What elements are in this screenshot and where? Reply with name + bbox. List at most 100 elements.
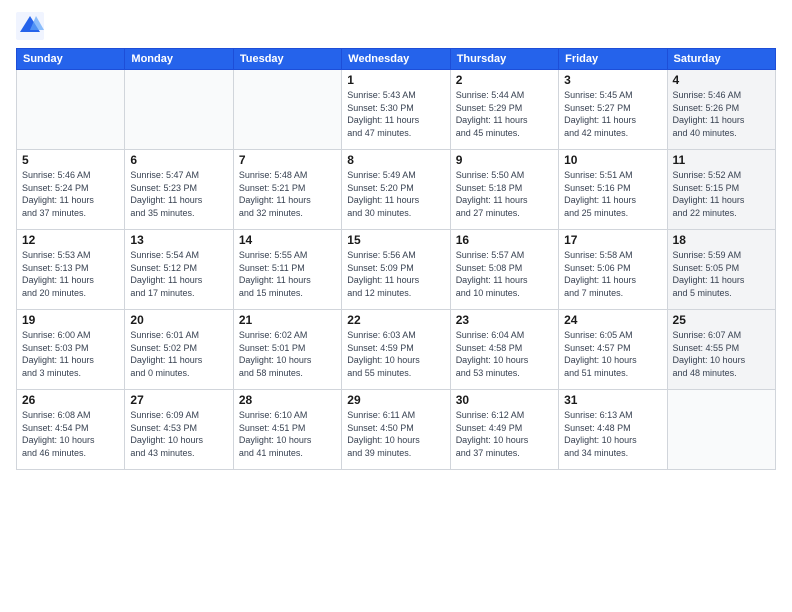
day-info: Sunrise: 5:59 AM Sunset: 5:05 PM Dayligh… <box>673 249 770 299</box>
day-info: Sunrise: 5:54 AM Sunset: 5:12 PM Dayligh… <box>130 249 227 299</box>
day-number: 19 <box>22 313 119 327</box>
header <box>16 12 776 40</box>
weekday-header-wednesday: Wednesday <box>342 49 450 70</box>
weekday-header-friday: Friday <box>559 49 667 70</box>
day-info: Sunrise: 5:46 AM Sunset: 5:24 PM Dayligh… <box>22 169 119 219</box>
calendar-cell <box>125 70 233 150</box>
calendar-cell: 29 Sunrise: 6:11 AM Sunset: 4:50 PM Dayli… <box>342 390 450 470</box>
logo <box>16 12 48 40</box>
day-info: Sunrise: 5:56 AM Sunset: 5:09 PM Dayligh… <box>347 249 444 299</box>
calendar-cell: 17 Sunrise: 5:58 AM Sunset: 5:06 PM Dayli… <box>559 230 667 310</box>
day-info: Sunrise: 5:55 AM Sunset: 5:11 PM Dayligh… <box>239 249 336 299</box>
day-info: Sunrise: 5:49 AM Sunset: 5:20 PM Dayligh… <box>347 169 444 219</box>
week-row-3: 12 Sunrise: 5:53 AM Sunset: 5:13 PM Dayli… <box>17 230 776 310</box>
day-number: 27 <box>130 393 227 407</box>
day-info: Sunrise: 6:07 AM Sunset: 4:55 PM Dayligh… <box>673 329 770 379</box>
weekday-header-monday: Monday <box>125 49 233 70</box>
calendar-cell: 10 Sunrise: 5:51 AM Sunset: 5:16 PM Dayli… <box>559 150 667 230</box>
day-number: 8 <box>347 153 444 167</box>
week-row-4: 19 Sunrise: 6:00 AM Sunset: 5:03 PM Dayli… <box>17 310 776 390</box>
day-info: Sunrise: 5:45 AM Sunset: 5:27 PM Dayligh… <box>564 89 661 139</box>
day-number: 4 <box>673 73 770 87</box>
calendar-cell <box>233 70 341 150</box>
week-row-5: 26 Sunrise: 6:08 AM Sunset: 4:54 PM Dayli… <box>17 390 776 470</box>
day-info: Sunrise: 5:52 AM Sunset: 5:15 PM Dayligh… <box>673 169 770 219</box>
day-number: 3 <box>564 73 661 87</box>
calendar-cell: 14 Sunrise: 5:55 AM Sunset: 5:11 PM Dayli… <box>233 230 341 310</box>
day-number: 20 <box>130 313 227 327</box>
calendar-cell: 24 Sunrise: 6:05 AM Sunset: 4:57 PM Dayli… <box>559 310 667 390</box>
week-row-1: 1 Sunrise: 5:43 AM Sunset: 5:30 PM Daylig… <box>17 70 776 150</box>
calendar-cell: 28Sunrise: 6:10 AM Sunset: 4:51 PM Dayli… <box>233 390 341 470</box>
day-number: 2 <box>456 73 553 87</box>
day-number: 15 <box>347 233 444 247</box>
day-info: Sunrise: 5:47 AM Sunset: 5:23 PM Dayligh… <box>130 169 227 219</box>
calendar-cell: 21 Sunrise: 6:02 AM Sunset: 5:01 PM Dayli… <box>233 310 341 390</box>
day-number: 21 <box>239 313 336 327</box>
day-number: 24 <box>564 313 661 327</box>
day-info: Sunrise: 5:44 AM Sunset: 5:29 PM Dayligh… <box>456 89 553 139</box>
calendar-cell: 6 Sunrise: 5:47 AM Sunset: 5:23 PM Daylig… <box>125 150 233 230</box>
calendar-cell: 8 Sunrise: 5:49 AM Sunset: 5:20 PM Daylig… <box>342 150 450 230</box>
weekday-header-sunday: Sunday <box>17 49 125 70</box>
day-info: Sunrise: 5:53 AM Sunset: 5:13 PM Dayligh… <box>22 249 119 299</box>
calendar-cell: 1 Sunrise: 5:43 AM Sunset: 5:30 PM Daylig… <box>342 70 450 150</box>
day-number: 5 <box>22 153 119 167</box>
day-number: 22 <box>347 313 444 327</box>
day-number: 7 <box>239 153 336 167</box>
day-number: 12 <box>22 233 119 247</box>
day-number: 31 <box>564 393 661 407</box>
day-info: Sunrise: 6:01 AM Sunset: 5:02 PM Dayligh… <box>130 329 227 379</box>
calendar-cell: 9 Sunrise: 5:50 AM Sunset: 5:18 PM Daylig… <box>450 150 558 230</box>
day-info: Sunrise: 5:58 AM Sunset: 5:06 PM Dayligh… <box>564 249 661 299</box>
day-number: 26 <box>22 393 119 407</box>
day-number: 25 <box>673 313 770 327</box>
day-info: Sunrise: 6:02 AM Sunset: 5:01 PM Dayligh… <box>239 329 336 379</box>
day-number: 14 <box>239 233 336 247</box>
calendar-cell: 5 Sunrise: 5:46 AM Sunset: 5:24 PM Daylig… <box>17 150 125 230</box>
day-number: 1 <box>347 73 444 87</box>
logo-icon <box>16 12 44 40</box>
day-number: 30 <box>456 393 553 407</box>
day-info: Sunrise: 6:03 AM Sunset: 4:59 PM Dayligh… <box>347 329 444 379</box>
day-number: 6 <box>130 153 227 167</box>
day-number: 9 <box>456 153 553 167</box>
day-info: Sunrise: 6:04 AM Sunset: 4:58 PM Dayligh… <box>456 329 553 379</box>
day-info: Sunrise: 6:05 AM Sunset: 4:57 PM Dayligh… <box>564 329 661 379</box>
calendar-cell: 27 Sunrise: 6:09 AM Sunset: 4:53 PM Dayli… <box>125 390 233 470</box>
calendar-cell <box>17 70 125 150</box>
calendar-cell: 20 Sunrise: 6:01 AM Sunset: 5:02 PM Dayli… <box>125 310 233 390</box>
calendar-cell: 2 Sunrise: 5:44 AM Sunset: 5:29 PM Daylig… <box>450 70 558 150</box>
calendar-cell: 7 Sunrise: 5:48 AM Sunset: 5:21 PM Daylig… <box>233 150 341 230</box>
day-info: Sunrise: 5:51 AM Sunset: 5:16 PM Dayligh… <box>564 169 661 219</box>
day-number: 17 <box>564 233 661 247</box>
day-number: 10 <box>564 153 661 167</box>
calendar-cell: 22 Sunrise: 6:03 AM Sunset: 4:59 PM Dayli… <box>342 310 450 390</box>
day-number: 11 <box>673 153 770 167</box>
day-info: Sunrise: 5:46 AM Sunset: 5:26 PM Dayligh… <box>673 89 770 139</box>
day-info: Sunrise: 6:00 AM Sunset: 5:03 PM Dayligh… <box>22 329 119 379</box>
calendar-cell: 16Sunrise: 5:57 AM Sunset: 5:08 PM Dayli… <box>450 230 558 310</box>
week-row-2: 5 Sunrise: 5:46 AM Sunset: 5:24 PM Daylig… <box>17 150 776 230</box>
weekday-header-row: SundayMondayTuesdayWednesdayThursdayFrid… <box>17 49 776 70</box>
day-info: Sunrise: 5:43 AM Sunset: 5:30 PM Dayligh… <box>347 89 444 139</box>
day-info: Sunrise: 5:48 AM Sunset: 5:21 PM Dayligh… <box>239 169 336 219</box>
calendar-table: SundayMondayTuesdayWednesdayThursdayFrid… <box>16 48 776 470</box>
weekday-header-thursday: Thursday <box>450 49 558 70</box>
day-info: Sunrise: 6:11 AM Sunset: 4:50 PM Dayligh… <box>347 409 444 459</box>
calendar-cell: 13Sunrise: 5:54 AM Sunset: 5:12 PM Dayli… <box>125 230 233 310</box>
calendar-cell: 11 Sunrise: 5:52 AM Sunset: 5:15 PM Dayli… <box>667 150 775 230</box>
calendar-cell: 4 Sunrise: 5:46 AM Sunset: 5:26 PM Daylig… <box>667 70 775 150</box>
calendar-cell: 25 Sunrise: 6:07 AM Sunset: 4:55 PM Dayli… <box>667 310 775 390</box>
calendar-cell: 23 Sunrise: 6:04 AM Sunset: 4:58 PM Dayli… <box>450 310 558 390</box>
day-info: Sunrise: 6:09 AM Sunset: 4:53 PM Dayligh… <box>130 409 227 459</box>
calendar-cell: 12 Sunrise: 5:53 AM Sunset: 5:13 PM Dayli… <box>17 230 125 310</box>
day-number: 16 <box>456 233 553 247</box>
day-number: 29 <box>347 393 444 407</box>
calendar-cell: 3 Sunrise: 5:45 AM Sunset: 5:27 PM Daylig… <box>559 70 667 150</box>
day-info: Sunrise: 5:50 AM Sunset: 5:18 PM Dayligh… <box>456 169 553 219</box>
calendar-cell <box>667 390 775 470</box>
day-number: 23 <box>456 313 553 327</box>
day-info: Sunrise: 6:08 AM Sunset: 4:54 PM Dayligh… <box>22 409 119 459</box>
calendar-page: SundayMondayTuesdayWednesdayThursdayFrid… <box>0 0 792 612</box>
